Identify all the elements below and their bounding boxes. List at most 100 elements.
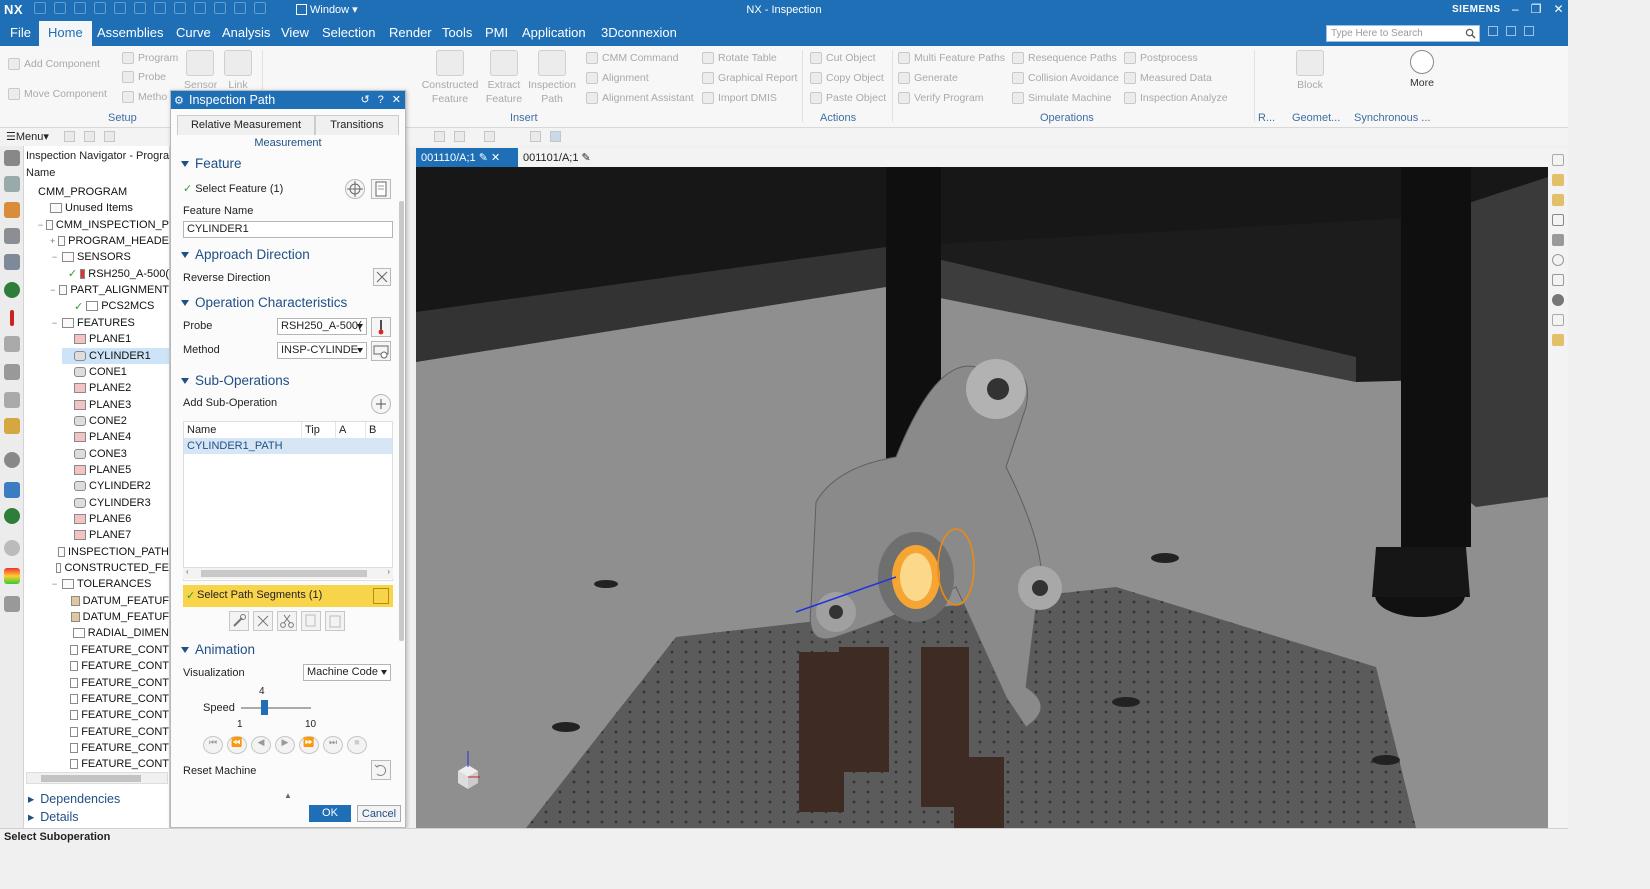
tree-item[interactable]: CMM_PROGRAM bbox=[26, 184, 169, 200]
tree-item[interactable]: DATUM_FEATUF bbox=[62, 593, 169, 609]
scroll-thumb[interactable] bbox=[201, 570, 367, 577]
scroll-left-icon[interactable]: ‹ bbox=[186, 567, 189, 576]
part-navigator-icon[interactable] bbox=[4, 176, 20, 192]
navigator-column-name[interactable]: Name bbox=[26, 167, 55, 179]
scroll-thumb[interactable] bbox=[41, 775, 141, 782]
tree-item[interactable]: FEATURE_CONT bbox=[62, 724, 169, 740]
alignment-assistant-button[interactable]: Alignment Assistant bbox=[586, 92, 694, 104]
tree-item[interactable]: FEATURE_CONT bbox=[62, 642, 169, 658]
inspection-analyze-button[interactable]: Inspection Analyze bbox=[1124, 92, 1228, 104]
restore-icon[interactable]: ❐ bbox=[1531, 2, 1542, 16]
collapse-ribbon-icon[interactable] bbox=[1506, 26, 1516, 36]
tree-item[interactable]: CONE3 bbox=[62, 446, 169, 462]
column-name[interactable]: Name bbox=[184, 422, 302, 438]
menu-application[interactable]: Application bbox=[522, 25, 586, 40]
tree-item[interactable]: CONE1 bbox=[62, 364, 169, 380]
tree-item[interactable]: PLANE5 bbox=[62, 462, 169, 478]
web-icon[interactable] bbox=[4, 482, 20, 498]
more-button[interactable]: More bbox=[1404, 50, 1440, 90]
tree-item[interactable]: PLANE1 bbox=[62, 331, 169, 347]
stop-icon[interactable]: ■ bbox=[347, 736, 367, 754]
tree-item[interactable]: − PART_ALIGNMENT bbox=[50, 282, 169, 298]
method-select[interactable]: INSP-CYLINDE bbox=[277, 342, 367, 359]
feature-name-field[interactable]: CYLINDER1 bbox=[183, 221, 393, 238]
tree-item[interactable]: CONSTRUCTED_FE bbox=[50, 560, 169, 576]
tree-item[interactable]: CYLINDER3 bbox=[62, 495, 169, 511]
subops-section-header[interactable]: Sub-Operations bbox=[181, 373, 290, 388]
select-feature[interactable]: ✓ Select Feature (1) bbox=[183, 182, 283, 196]
menu-button[interactable]: ☰ Menu ▾ bbox=[6, 130, 49, 144]
help-icon[interactable] bbox=[1552, 254, 1564, 266]
menu-home[interactable]: Home bbox=[39, 21, 92, 46]
graphical-report-button[interactable]: Graphical Report bbox=[702, 72, 797, 84]
fit-icon[interactable] bbox=[1552, 214, 1564, 226]
rotate-table-button[interactable]: Rotate Table bbox=[702, 52, 777, 64]
menu-analysis[interactable]: Analysis bbox=[222, 25, 270, 40]
gear-icon[interactable]: ⚙ bbox=[174, 94, 184, 107]
multi-feature-paths-button[interactable]: Multi Feature Paths bbox=[898, 52, 1005, 64]
tree-item[interactable]: − FEATURES bbox=[50, 315, 169, 331]
animation-section-header[interactable]: Animation bbox=[181, 642, 255, 657]
add-segment-icon[interactable] bbox=[373, 588, 389, 604]
scroll-right-icon[interactable]: › bbox=[387, 567, 390, 576]
globe-icon[interactable] bbox=[4, 282, 20, 298]
inspection-navigator-icon[interactable] bbox=[4, 254, 20, 270]
tab-001110[interactable]: 001110/A;1 ✎ ✕ bbox=[416, 148, 518, 167]
link-button[interactable]: Link bbox=[224, 50, 252, 92]
table-row[interactable]: CYLINDER1_PATH bbox=[184, 438, 392, 454]
play-icon[interactable]: ▶ bbox=[275, 736, 295, 754]
menu-view[interactable]: View bbox=[281, 25, 309, 40]
table-hscrollbar[interactable]: ‹ › bbox=[183, 567, 393, 579]
close-icon[interactable]: ✕ bbox=[392, 93, 401, 106]
approach-section-header[interactable]: Approach Direction bbox=[181, 247, 310, 262]
search-icon[interactable] bbox=[1465, 28, 1476, 39]
details-panel[interactable]: ▸ Details bbox=[28, 809, 79, 825]
expand-toggle-icon[interactable]: − bbox=[50, 318, 59, 328]
method-edit-button[interactable] bbox=[371, 341, 391, 361]
tree-item[interactable]: CYLINDER1 bbox=[62, 347, 169, 364]
edit-segment-button[interactable] bbox=[229, 611, 249, 631]
fullscreen-icon[interactable] bbox=[1488, 26, 1498, 36]
roles-icon[interactable] bbox=[4, 418, 20, 434]
cube-icon[interactable] bbox=[4, 336, 20, 352]
expand-toggle-icon[interactable]: − bbox=[50, 252, 59, 262]
opchar-section-header[interactable]: Operation Characteristics bbox=[181, 295, 347, 310]
forward-end-icon[interactable]: ⏭ bbox=[323, 736, 343, 754]
rewind-start-icon[interactable]: ⏮ bbox=[203, 736, 223, 754]
dialog-title-bar[interactable]: ⚙ Inspection Path ↺? ✕ bbox=[171, 91, 405, 109]
extract-feature-button[interactable]: Extract Feature bbox=[480, 50, 528, 106]
shaded-icon[interactable] bbox=[530, 131, 541, 142]
expand-toggle-icon[interactable]: − bbox=[50, 285, 56, 295]
point-icon[interactable] bbox=[484, 131, 495, 142]
group-r[interactable]: R... bbox=[1258, 112, 1275, 124]
tree-item[interactable]: PLANE4 bbox=[62, 429, 169, 445]
tree-item[interactable]: FEATURE_CONT bbox=[62, 707, 169, 723]
help-icon[interactable]: ? bbox=[378, 94, 384, 106]
tree-item[interactable]: CONE2 bbox=[62, 413, 169, 429]
paste-object-button[interactable]: Paste Object bbox=[810, 92, 886, 104]
delete-segment-button[interactable] bbox=[253, 611, 273, 631]
tree-item[interactable]: FEATURE_CONT bbox=[62, 756, 169, 772]
assembly-navigator-icon[interactable] bbox=[4, 202, 20, 218]
menu-selection[interactable]: Selection bbox=[322, 25, 375, 40]
assembly-icon[interactable] bbox=[84, 131, 95, 142]
clock-icon[interactable] bbox=[4, 540, 20, 556]
menu-3dconnexion[interactable]: 3Dconnexion bbox=[601, 25, 677, 40]
tree-item[interactable]: FEATURE_CONT bbox=[62, 658, 169, 674]
probe-tool-icon[interactable] bbox=[10, 310, 14, 326]
feature-list-button[interactable] bbox=[371, 179, 391, 199]
reset-icon[interactable]: ↺ bbox=[360, 93, 369, 106]
tab-measurement[interactable]: Measurement bbox=[171, 137, 405, 149]
view-style-icon[interactable] bbox=[550, 131, 561, 142]
expand-toggle-icon[interactable]: − bbox=[50, 579, 59, 589]
verify-program-button[interactable]: Verify Program bbox=[898, 92, 983, 104]
menu-pmi[interactable]: PMI bbox=[485, 25, 508, 40]
orient-icon[interactable] bbox=[1552, 234, 1564, 246]
measure-icon[interactable] bbox=[1552, 274, 1564, 286]
minimize-icon[interactable]: – bbox=[1512, 2, 1519, 16]
search-input[interactable]: Type Here to Search bbox=[1326, 25, 1480, 42]
generate-button[interactable]: Generate bbox=[898, 72, 958, 84]
collapse-up-icon[interactable]: ▲ bbox=[171, 791, 405, 800]
paste-segment-button[interactable] bbox=[325, 611, 345, 631]
menu-tools[interactable]: Tools bbox=[442, 25, 472, 40]
